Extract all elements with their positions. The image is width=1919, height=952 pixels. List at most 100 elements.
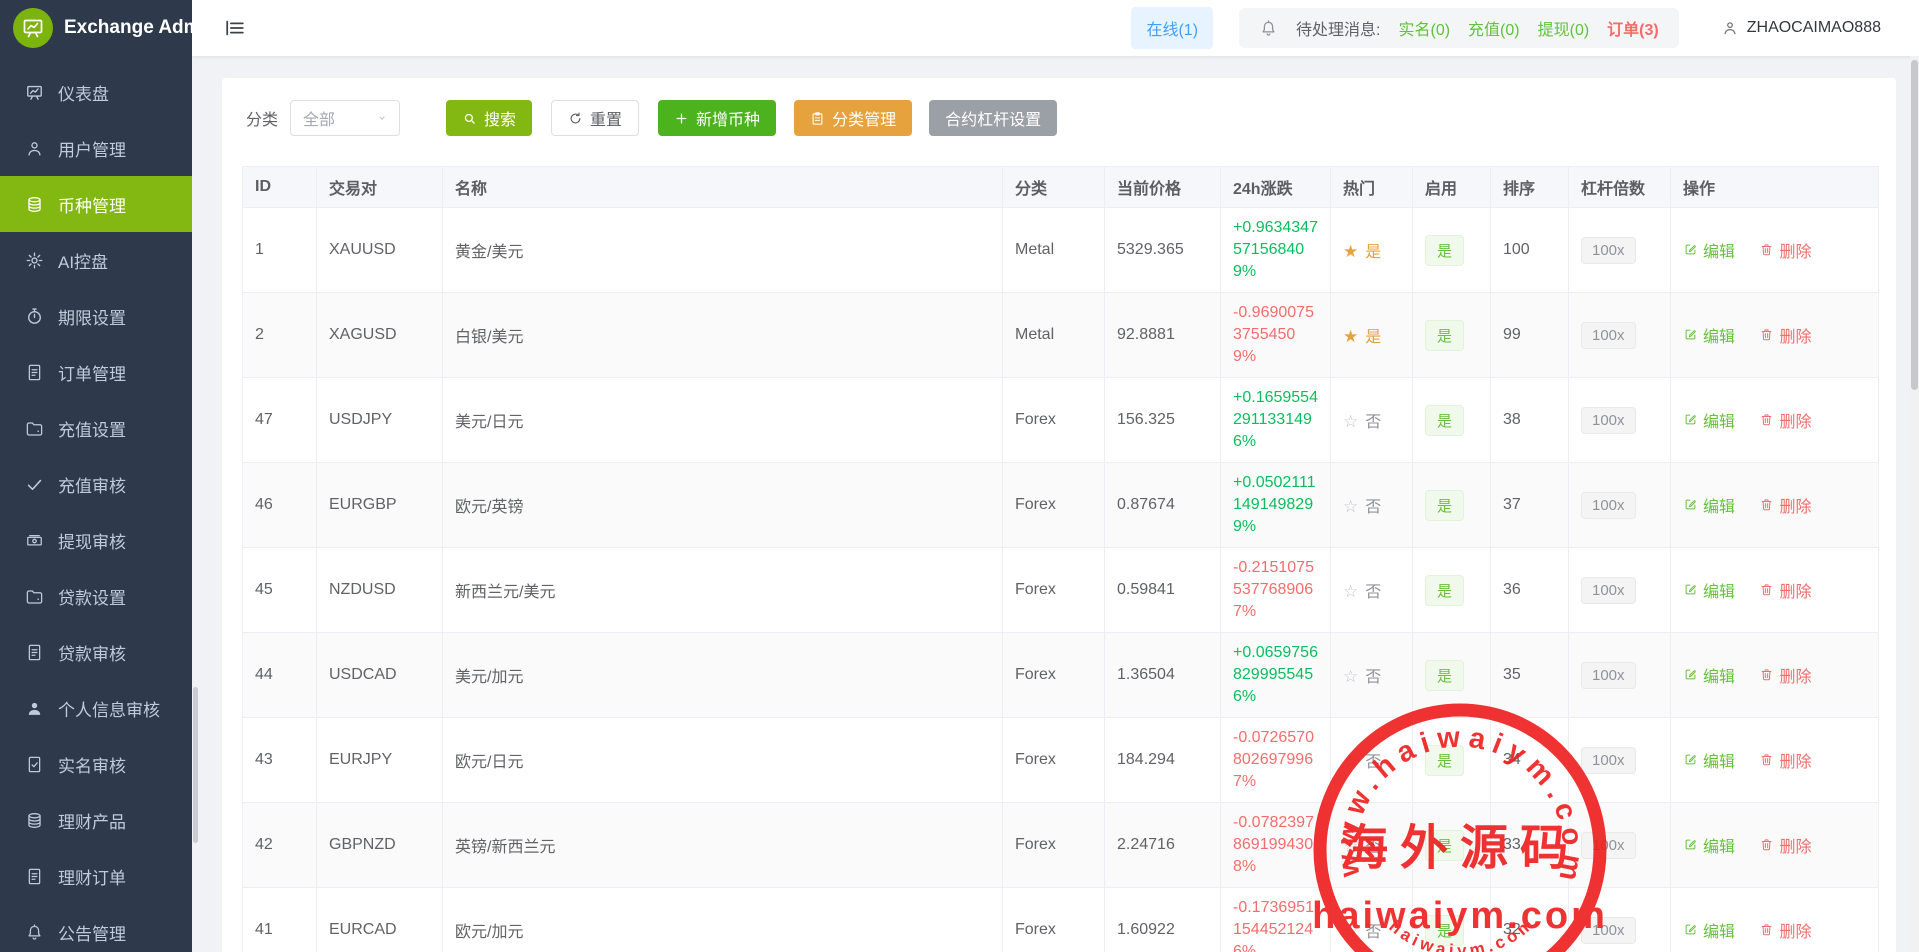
app-logo: Exchange Admin [0, 0, 192, 56]
enabled-badge[interactable]: 是 [1425, 405, 1464, 436]
edit-icon [1683, 667, 1698, 682]
hot-star-icon[interactable]: ☆ [1343, 667, 1358, 686]
sidebar-item-wealth-orders[interactable]: 理财订单 [0, 848, 192, 904]
sidebar-item-recharge-review[interactable]: 充值审核 [0, 456, 192, 512]
sidebar-item-loan-review[interactable]: 贷款审核 [0, 624, 192, 680]
hot-star-icon[interactable]: ☆ [1343, 922, 1358, 941]
delete-icon [1759, 242, 1774, 257]
sidebar-collapse-button[interactable] [224, 17, 246, 39]
cell-leverage: 100x [1569, 378, 1671, 463]
sidebar-item-coins[interactable]: 币种管理 [0, 176, 192, 232]
sidebar-scrollbar-thumb[interactable] [193, 687, 198, 843]
pending-link-kyc[interactable]: 实名(0) [1398, 16, 1450, 40]
hot-star-icon[interactable]: ★ [1343, 242, 1358, 261]
enabled-badge[interactable]: 是 [1425, 575, 1464, 606]
edit-button[interactable]: 编辑 [1683, 408, 1735, 432]
sidebar-item-wealth-products[interactable]: 理财产品 [0, 792, 192, 848]
cell-category: Metal [1003, 293, 1105, 378]
search-button[interactable]: 搜索 [446, 100, 532, 136]
contract-leverage-button[interactable]: 合约杠杆设置 [929, 100, 1057, 136]
table-row: 1 XAUUSD 黄金/美元 Metal 5329.365 +0.9634347… [243, 208, 1879, 293]
category-manage-button[interactable]: 分类管理 [794, 100, 912, 136]
enabled-badge[interactable]: 是 [1425, 915, 1464, 946]
sidebar-item-profile-review[interactable]: 个人信息审核 [0, 680, 192, 736]
contract-leverage-button-label: 合约杠杆设置 [945, 106, 1041, 130]
table-row: 2 XAGUSD 白银/美元 Metal 92.8881 -0.96900753… [243, 293, 1879, 378]
coins-icon [25, 811, 44, 830]
edit-button[interactable]: 编辑 [1683, 748, 1735, 772]
sidebar-item-order-manage[interactable]: 订单管理 [0, 344, 192, 400]
hot-star-icon[interactable]: ☆ [1343, 752, 1358, 771]
pending-link-orders[interactable]: 订单(3) [1607, 16, 1659, 40]
delete-button[interactable]: 删除 [1759, 918, 1811, 942]
cell-id: 1 [243, 208, 317, 293]
add-coin-button[interactable]: 新增币种 [658, 100, 776, 136]
hot-star-icon[interactable]: ☆ [1343, 412, 1358, 431]
edit-button[interactable]: 编辑 [1683, 323, 1735, 347]
sidebar-item-label: 理财产品 [58, 808, 126, 833]
enabled-badge[interactable]: 是 [1425, 235, 1464, 266]
cell-category: Forex [1003, 803, 1105, 888]
cell-id: 41 [243, 888, 317, 952]
sidebar-item-dashboard[interactable]: 仪表盘 [0, 64, 192, 120]
leverage-badge: 100x [1581, 492, 1636, 519]
enabled-badge[interactable]: 是 [1425, 660, 1464, 691]
delete-button[interactable]: 删除 [1759, 493, 1811, 517]
edit-button[interactable]: 编辑 [1683, 238, 1735, 262]
pending-messages-label: 待处理消息: [1296, 16, 1380, 40]
user-menu[interactable]: ZHAOCAIMAO888 [1721, 19, 1881, 37]
sidebar-item-label: 用户管理 [58, 136, 126, 161]
edit-icon [1683, 752, 1698, 767]
edit-button[interactable]: 编辑 [1683, 663, 1735, 687]
enabled-badge[interactable]: 是 [1425, 490, 1464, 521]
sidebar-item-term-settings[interactable]: 期限设置 [0, 288, 192, 344]
sidebar-item-kyc-review[interactable]: 实名审核 [0, 736, 192, 792]
hot-star-icon[interactable]: ☆ [1343, 497, 1358, 516]
hot-star-icon[interactable]: ★ [1343, 327, 1358, 346]
online-users-badge[interactable]: 在线(1) [1131, 7, 1213, 49]
edit-button[interactable]: 编辑 [1683, 833, 1735, 857]
chevron-down-icon [375, 111, 389, 125]
page-scrollbar[interactable] [1910, 56, 1919, 952]
sidebar-item-label: 贷款审核 [58, 640, 126, 665]
sidebar-item-loan-settings[interactable]: 贷款设置 [0, 568, 192, 624]
edit-button[interactable]: 编辑 [1683, 918, 1735, 942]
category-select[interactable]: 全部 [290, 100, 400, 136]
cell-leverage: 100x [1569, 208, 1671, 293]
reset-button-label: 重置 [590, 106, 622, 130]
edit-button[interactable]: 编辑 [1683, 578, 1735, 602]
delete-button[interactable]: 删除 [1759, 323, 1811, 347]
cell-price: 5329.365 [1105, 208, 1221, 293]
delete-button[interactable]: 删除 [1759, 748, 1811, 772]
hot-star-icon[interactable]: ☆ [1343, 582, 1358, 601]
cell-pair: EURCAD [317, 888, 443, 952]
enabled-badge[interactable]: 是 [1425, 320, 1464, 351]
clipboard-icon [810, 111, 825, 126]
edit-button[interactable]: 编辑 [1683, 493, 1735, 517]
delete-button[interactable]: 删除 [1759, 578, 1811, 602]
filter-toolbar: 分类 全部 搜索 重置 新增币种 分类管理 合约杠杆设置 [242, 100, 1876, 136]
pending-link-recharge[interactable]: 充值(0) [1468, 16, 1520, 40]
cell-name: 欧元/英镑 [443, 463, 1003, 548]
cell-actions: 编辑 删除 [1671, 633, 1879, 718]
sidebar-item-announcements[interactable]: 公告管理 [0, 904, 192, 952]
delete-button[interactable]: 删除 [1759, 663, 1811, 687]
page-scrollbar-thumb[interactable] [1911, 60, 1918, 390]
delete-button[interactable]: 删除 [1759, 833, 1811, 857]
collapse-menu-icon [224, 17, 246, 39]
pending-link-withdraw[interactable]: 提现(0) [1538, 16, 1590, 40]
cell-change: +0.9634347571568409% [1221, 208, 1331, 293]
sidebar-item-recharge-set[interactable]: 充值设置 [0, 400, 192, 456]
cell-pair: EURGBP [317, 463, 443, 548]
enabled-badge[interactable]: 是 [1425, 830, 1464, 861]
sidebar-item-users[interactable]: 用户管理 [0, 120, 192, 176]
reset-button[interactable]: 重置 [551, 100, 639, 136]
delete-button[interactable]: 删除 [1759, 408, 1811, 432]
hot-star-icon[interactable]: ☆ [1343, 837, 1358, 856]
enabled-badge[interactable]: 是 [1425, 745, 1464, 776]
sidebar-item-ai-control[interactable]: AI控盘 [0, 232, 192, 288]
sidebar-item-withdraw-review[interactable]: 提现审核 [0, 512, 192, 568]
table-row: 42 GBPNZD 英镑/新西兰元 Forex 2.24716 -0.07823… [243, 803, 1879, 888]
cell-name: 美元/加元 [443, 633, 1003, 718]
delete-button[interactable]: 删除 [1759, 238, 1811, 262]
